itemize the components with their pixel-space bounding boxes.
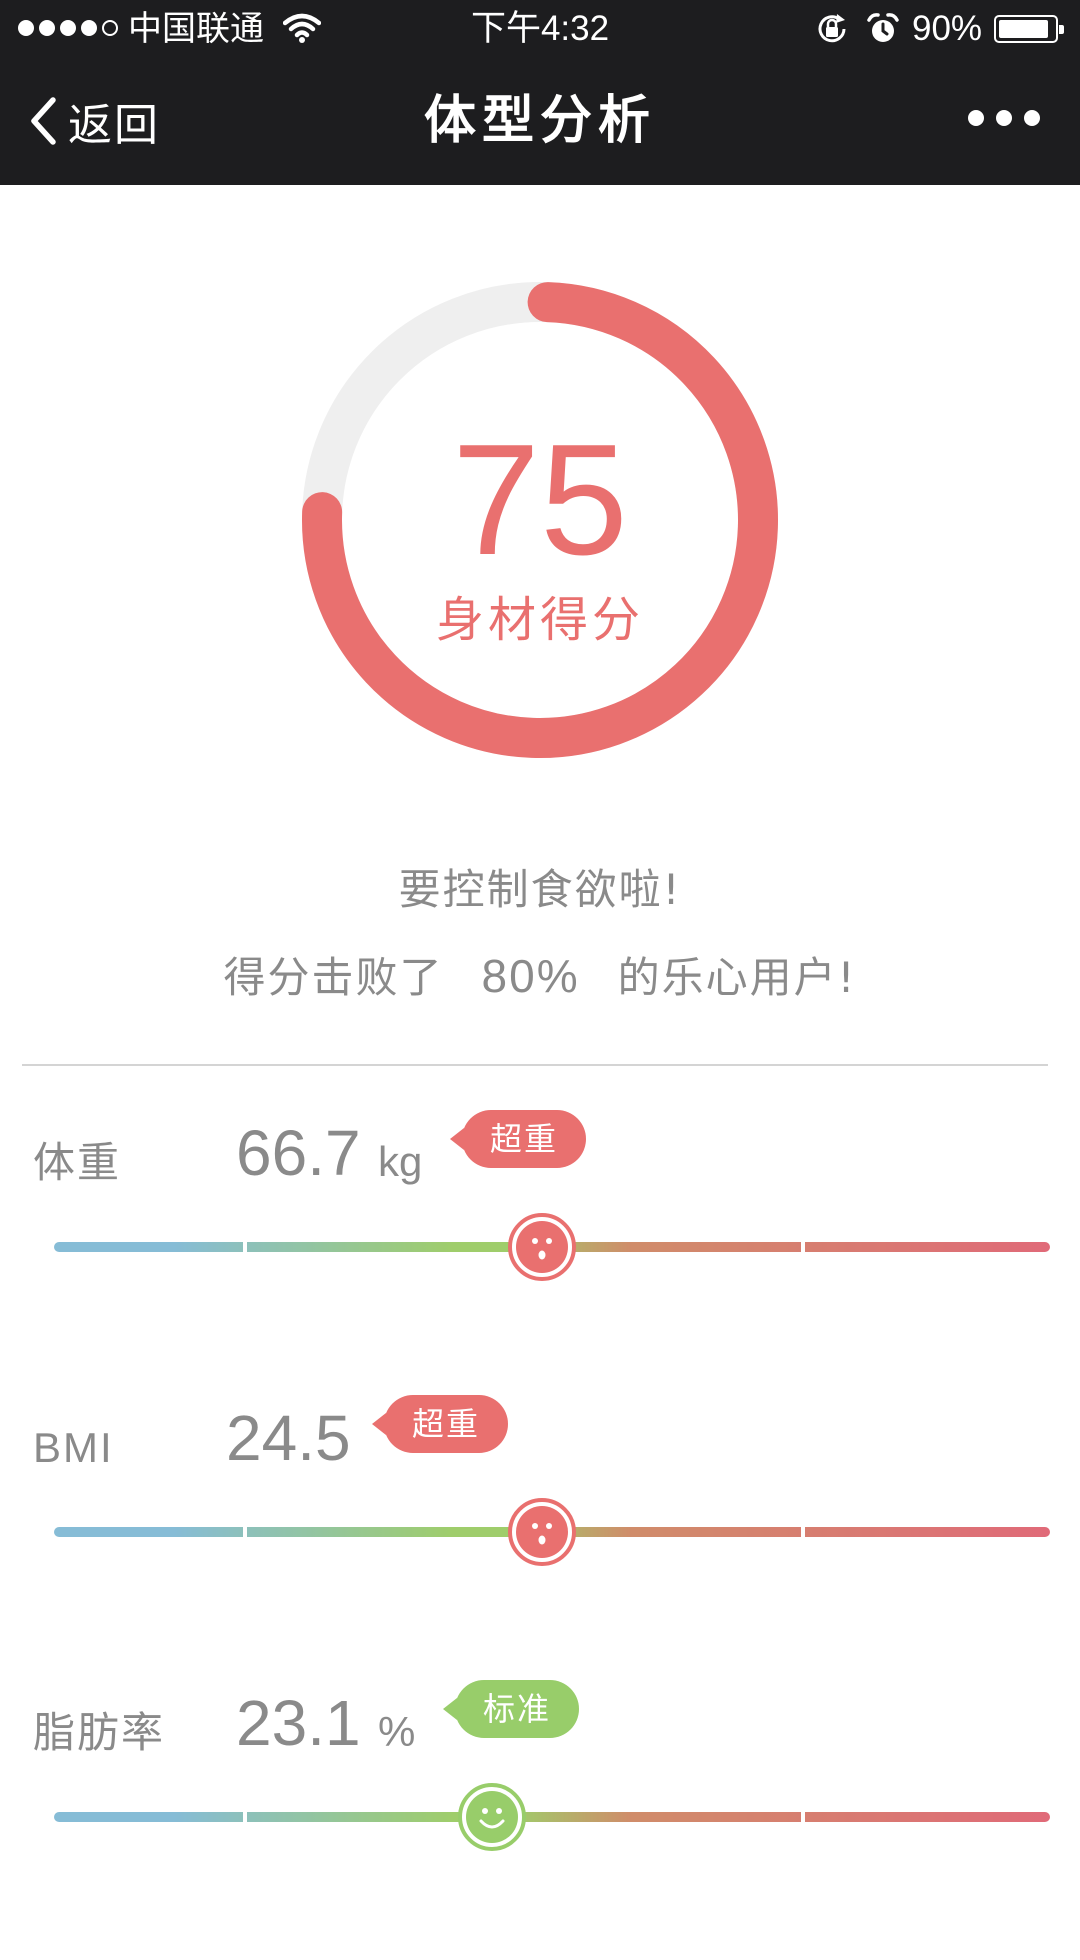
ranking-suffix: 的乐心用户! — [617, 953, 857, 1002]
scale-separator — [243, 1240, 247, 1254]
section-divider — [22, 1064, 1048, 1066]
scale-separator — [801, 1525, 805, 1539]
metric-value: 23.1 — [236, 1687, 361, 1759]
metric-weight: 体重 66.7 kg 超重 — [0, 1110, 1080, 1390]
battery-icon — [994, 15, 1064, 43]
more-dots-icon — [968, 110, 984, 126]
scale-separator — [801, 1240, 805, 1254]
advice-message: 要控制食欲啦! — [398, 865, 682, 914]
more-menu-button[interactable] — [968, 110, 1040, 126]
status-bar: 中国联通 下午4:32 90% — [0, 0, 1080, 58]
worried-face-icon — [508, 1498, 576, 1566]
worried-face-icon — [508, 1213, 576, 1281]
rotation-lock-icon — [818, 14, 846, 43]
score-value: 75 — [452, 412, 628, 588]
score-label: 身材得分 — [435, 592, 644, 648]
scale-separator — [243, 1810, 247, 1824]
metric-bmi: BMI 24.5 超重 — [0, 1395, 1080, 1675]
metric-unit: % — [378, 1708, 416, 1755]
page-title: 体型分析 — [423, 91, 656, 151]
alarm-icon — [867, 13, 899, 42]
navigation-bar: 返回 体型分析 — [0, 58, 1080, 185]
status-badge: 标准 — [442, 1680, 580, 1738]
scale-separator — [801, 1810, 805, 1824]
scale-separator — [243, 1525, 247, 1539]
battery-percentage: 90% — [912, 9, 983, 48]
metric-label: BMI — [33, 1424, 114, 1471]
metric-body-fat: 脂肪率 23.1 % 标准 — [0, 1680, 1080, 1960]
metric-label: 体重 — [33, 1138, 122, 1187]
ranking-percent: 80% — [481, 950, 580, 1002]
metric-value: 24.5 — [226, 1402, 351, 1474]
ranking-message: 得分击败了 80% 的乐心用户! — [0, 945, 1080, 1009]
smiley-face-icon — [458, 1783, 526, 1851]
metric-label: 脂肪率 — [33, 1708, 166, 1757]
metric-scale-bar — [54, 1810, 1050, 1824]
status-badge: 超重 — [371, 1395, 509, 1453]
status-badge: 超重 — [449, 1110, 587, 1168]
metric-unit: kg — [378, 1138, 423, 1185]
ranking-prefix: 得分击败了 — [223, 953, 444, 1002]
metric-value: 66.7 — [236, 1117, 361, 1189]
